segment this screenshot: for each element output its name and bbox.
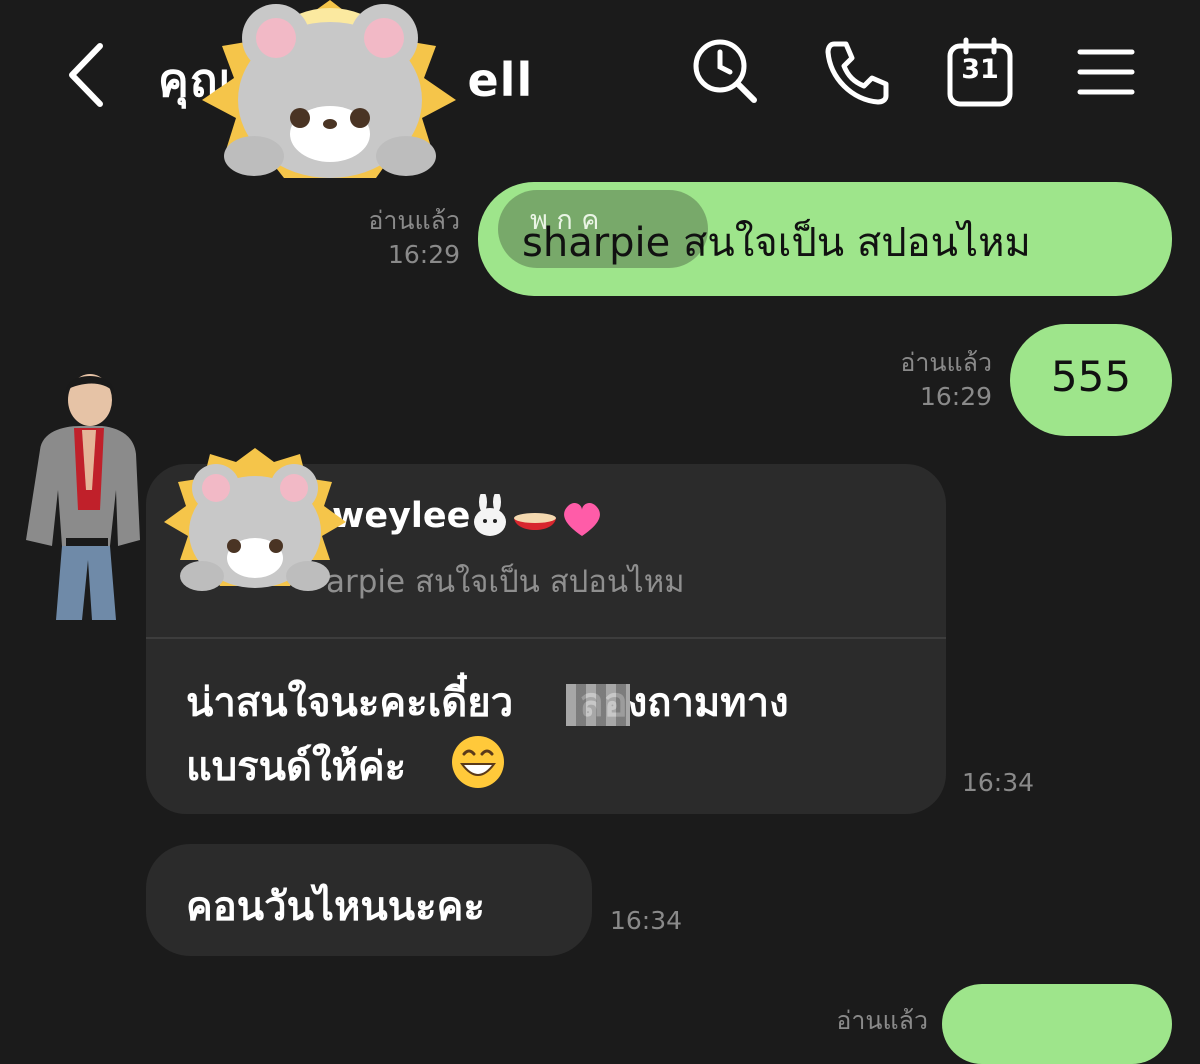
phone-icon[interactable] — [820, 36, 892, 108]
censored-pixel-block — [566, 684, 630, 726]
rabbit-bowl-heart-emoji-icon — [474, 494, 600, 536]
message-text-part: น่าสนใจนะคะเดี๋ยว — [186, 680, 514, 726]
contact-avatar[interactable] — [22, 370, 144, 622]
read-receipt: อ่านแล้ว — [836, 1006, 928, 1035]
back-chevron-icon[interactable] — [58, 40, 118, 110]
mouse-lion-sticker — [202, 0, 456, 178]
message-text: น่าสนใจนะคะเดี๋ยว ลองถามทาง — [186, 672, 886, 734]
timestamp: 16:34 — [962, 768, 1035, 797]
chat-header: คุณ ell 31 — [0, 0, 1200, 160]
reply-divider — [146, 637, 946, 639]
calendar-day-number: 31 — [961, 54, 999, 85]
mouse-lion-sticker — [164, 448, 346, 591]
calendar-icon[interactable]: 31 — [944, 36, 1016, 108]
outgoing-message-bubble[interactable] — [942, 984, 1172, 1064]
hamburger-menu-icon[interactable] — [1070, 36, 1142, 108]
quoted-message-text: arpie สนใจเป็น สปอนไหม — [326, 564, 685, 600]
message-text: sharpie สนใจเป็น สปอนไหม — [522, 220, 1031, 266]
message-text-line2: แบรนด์ให้ค่ะ — [186, 744, 407, 790]
message-text: คอนวันไหนนะคะ — [186, 884, 485, 930]
grinning-face-emoji-icon — [452, 736, 504, 788]
message-text: 555 — [1050, 352, 1132, 401]
chat-title-suffix: ell — [467, 53, 534, 107]
clock-search-icon[interactable] — [690, 36, 762, 108]
timestamp: 16:29 — [387, 239, 460, 269]
read-receipt: อ่านแล้ว — [368, 206, 460, 235]
message-meta: อ่านแล้ว 16:29 — [330, 204, 460, 272]
quoted-sender-name: weylee — [332, 496, 471, 536]
timestamp: 16:34 — [610, 906, 683, 935]
timestamp: 16:29 — [919, 381, 992, 411]
message-meta: อ่านแล้ว 16:29 — [862, 346, 992, 414]
read-receipt: อ่านแล้ว — [900, 348, 992, 377]
